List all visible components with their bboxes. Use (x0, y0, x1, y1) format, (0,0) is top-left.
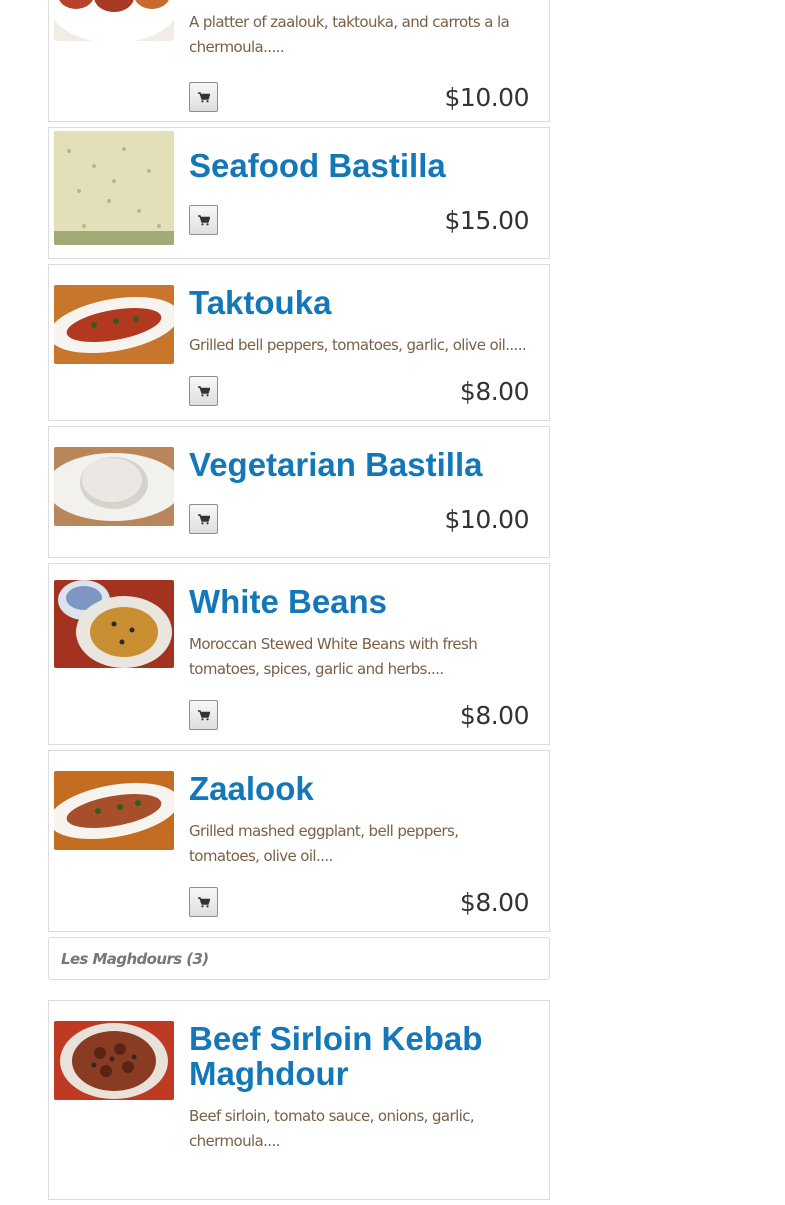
dish-title: White Beans (189, 583, 388, 620)
dish-price: $15.00 (444, 205, 530, 235)
add-to-cart-button[interactable] (189, 376, 218, 406)
dish-price: $8.00 (459, 887, 530, 917)
dish-description: Grilled bell peppers, tomatoes, garlic, … (189, 336, 527, 354)
dish-price: $8.00 (459, 700, 530, 730)
dish-title: Zaalook (189, 770, 314, 807)
dish-image[interactable] (54, 1021, 174, 1100)
dish-image[interactable] (54, 131, 174, 245)
add-to-cart-button[interactable] (189, 887, 218, 917)
shopping-cart-icon (197, 709, 210, 720)
dish-image[interactable] (54, 580, 174, 668)
dish-price: $8.00 (459, 376, 530, 406)
menu-item-card: A platter of zaalouk, taktouka, and carr… (48, 0, 550, 122)
dish-description: A platter of zaalouk, taktouka, and carr… (189, 13, 510, 56)
dish-image[interactable] (54, 285, 174, 364)
dish-title: Beef Sirloin Kebab Maghdour (189, 1020, 483, 1092)
add-to-cart-button[interactable] (189, 700, 218, 730)
add-to-cart-button[interactable] (189, 205, 218, 235)
dish-title: Vegetarian Bastilla (189, 446, 483, 483)
dish-price: $10.00 (444, 82, 530, 112)
dish-description: Grilled mashed eggplant, bell peppers, t… (189, 822, 459, 865)
add-to-cart-button[interactable] (189, 82, 218, 112)
dish-description: Beef sirloin, tomato sauce, onions, garl… (189, 1107, 475, 1150)
dish-image[interactable] (54, 0, 174, 41)
menu-item-card: Vegetarian Bastilla $10.00 (48, 426, 550, 558)
dish-image[interactable] (54, 771, 174, 850)
menu-item-card: Seafood Bastilla $15.00 (48, 127, 550, 259)
shopping-cart-icon (197, 385, 210, 396)
menu-item-card: White Beans Moroccan Stewed White Beans … (48, 563, 550, 745)
shopping-cart-icon (197, 214, 210, 225)
dish-title: Taktouka (189, 284, 332, 321)
add-to-cart-button[interactable] (189, 504, 218, 534)
shopping-cart-icon (197, 91, 210, 102)
dish-price: $10.00 (444, 504, 530, 534)
shopping-cart-icon (197, 513, 210, 524)
menu-item-card: Zaalook Grilled mashed eggplant, bell pe… (48, 750, 550, 932)
menu-list: A platter of zaalouk, taktouka, and carr… (48, 0, 550, 1205)
shopping-cart-icon (197, 896, 210, 907)
category-header[interactable]: Les Maghdours (3) (48, 937, 550, 980)
menu-item-card: Beef Sirloin Kebab Maghdour Beef sirloin… (48, 1000, 550, 1200)
dish-title: Seafood Bastilla (189, 147, 446, 184)
dish-description: Moroccan Stewed White Beans with fresh t… (189, 635, 478, 678)
category-label: Les Maghdours (3) (61, 949, 209, 968)
menu-item-card: Taktouka Grilled bell peppers, tomatoes,… (48, 264, 550, 421)
dish-image[interactable] (54, 447, 174, 526)
